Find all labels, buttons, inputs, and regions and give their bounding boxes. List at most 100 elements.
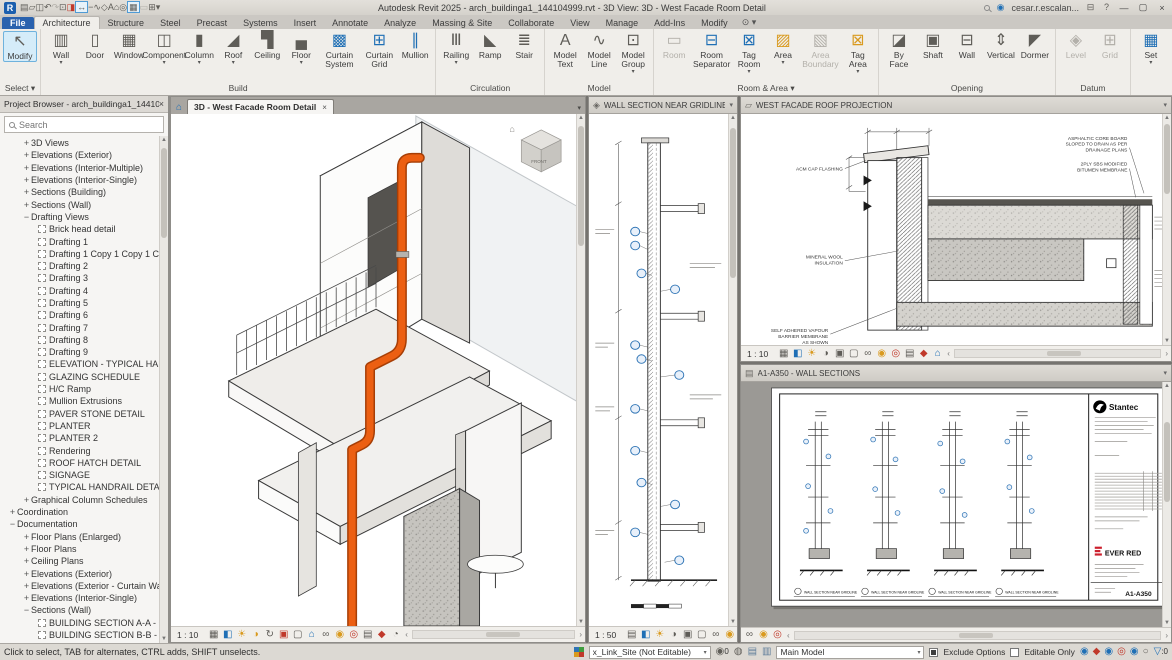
- ribbon-button-level[interactable]: ◈ Level: [1059, 31, 1093, 66]
- relinquish-icon[interactable]: ◆: [1093, 647, 1101, 657]
- reveal-constraints-icon[interactable]: ◆: [918, 348, 929, 360]
- tree-item[interactable]: + Floor Plans (Enlarged): [0, 531, 168, 543]
- worksets-icon[interactable]: ◉: [1104, 647, 1113, 657]
- crop-region-icon[interactable]: ▢: [292, 629, 303, 641]
- tree-item[interactable]: BUILDING SECTION A-A - Callout: [0, 617, 168, 629]
- tree-item[interactable]: Drafting 1: [0, 235, 168, 247]
- tree-item[interactable]: + Elevations (Interior-Single): [0, 592, 168, 604]
- reveal-constraints-icon[interactable]: ◆: [376, 629, 387, 641]
- scale-button[interactable]: 1 : 50: [592, 630, 622, 640]
- filter-icon[interactable]: ▽:0: [1154, 647, 1168, 657]
- modify-button[interactable]: ↖ Modify: [3, 31, 37, 62]
- crop-region-icon[interactable]: ▢: [848, 348, 859, 360]
- vertical-scrollbar[interactable]: ▲ ▼: [576, 114, 585, 626]
- scroll-left-icon[interactable]: ‹: [947, 349, 950, 358]
- tree-item[interactable]: Drafting 6: [0, 309, 168, 321]
- tree-item[interactable]: ELEVATION - TYPICAL HANDRAIL: [0, 358, 168, 370]
- ribbon-button-model-line[interactable]: ∿ Model Line: [582, 31, 616, 75]
- scale-button[interactable]: 1 : 10: [174, 630, 204, 640]
- ribbon-button-window[interactable]: ▦ Window: [112, 31, 146, 66]
- view-tab-3d[interactable]: 3D - West Facade Room Detail ×: [187, 99, 334, 114]
- reveal-hidden-icon[interactable]: ∞: [710, 629, 721, 641]
- signed-in-user[interactable]: cesar.r.escalan...: [1011, 3, 1079, 13]
- visual-style-icon[interactable]: ◧: [222, 629, 233, 641]
- ribbon-button-curtain-grid[interactable]: ⊞ Curtain Grid: [361, 31, 399, 75]
- ribbon-button-floor[interactable]: ▄ Floor ▾: [284, 31, 318, 66]
- tree-item[interactable]: ROOF HATCH DETAIL: [0, 457, 168, 469]
- users-icon[interactable]: ◉: [1130, 647, 1139, 657]
- ribbon-button-door[interactable]: ▯ Door: [78, 31, 112, 66]
- tree-item[interactable]: + Sections (Building): [0, 186, 168, 198]
- ribbon-button-tag-area[interactable]: ⊠ Tag Area ▾: [841, 31, 875, 75]
- revit-logo[interactable]: R: [4, 1, 16, 14]
- transfer-icon[interactable]: ◨: [67, 2, 76, 12]
- ribbon-button-railing[interactable]: Ⅲ Railing ▾: [439, 31, 473, 66]
- ribbon-tab[interactable]: Add-Ins: [646, 17, 693, 29]
- ribbon-button-curtain-system[interactable]: ▩ Curtain System: [318, 31, 360, 75]
- ribbon-tab[interactable]: Steel: [152, 17, 189, 29]
- search-input[interactable]: [19, 119, 159, 130]
- exclude-options-checkbox[interactable]: [929, 647, 939, 657]
- tree-item[interactable]: TYPICAL HANDRAIL DETAILS: [0, 481, 168, 493]
- tree-item[interactable]: Drafting 9: [0, 346, 168, 358]
- shadows-icon[interactable]: ◑: [668, 629, 679, 641]
- tree-item[interactable]: Drafting 1 Copy 1 Copy 1 Copy 1: [0, 248, 168, 260]
- temporary-hide-icon[interactable]: ◉: [724, 629, 735, 641]
- tree-item[interactable]: + Elevations (Exterior - Curtain Wall): [0, 580, 168, 592]
- constraints-icon[interactable]: ▤: [904, 348, 915, 360]
- ribbon-button-ceiling[interactable]: ▜ Ceiling: [250, 31, 284, 66]
- worksharing-display-icon[interactable]: ◎: [890, 348, 901, 360]
- worksharing-display-icon[interactable]: ◎: [772, 629, 783, 641]
- shadows-icon[interactable]: ◑: [820, 348, 831, 360]
- ribbon-button-area-boundary[interactable]: ▧ Area Boundary: [800, 31, 841, 75]
- tree-item[interactable]: + Elevations (Exterior): [0, 149, 168, 161]
- tag-icon[interactable]: ◇: [101, 2, 108, 12]
- ribbon-tab[interactable]: Precast: [189, 17, 236, 29]
- ribbon-tab[interactable]: Annotate: [324, 17, 376, 29]
- ribbon-button-by-face[interactable]: ◪ By Face: [882, 31, 916, 75]
- worksharing-display-icon[interactable]: ◎: [348, 629, 359, 641]
- print-icon[interactable]: ⊡: [59, 2, 67, 12]
- tree-item[interactable]: − Drafting Views: [0, 211, 168, 223]
- close-view-icon[interactable]: ×: [322, 103, 327, 112]
- thin-lines-icon[interactable]: ▭: [140, 2, 149, 12]
- system-browser-icon[interactable]: ▦: [127, 1, 140, 13]
- view-title-section[interactable]: ◈ WALL SECTION NEAR GRIDLINE D ▾: [589, 97, 737, 114]
- scale-icon[interactable]: ▦: [778, 348, 789, 360]
- main-model-icon[interactable]: ▥: [762, 647, 771, 657]
- project-browser-close-icon[interactable]: ×: [159, 99, 164, 109]
- visual-style-icon[interactable]: ◧: [640, 629, 651, 641]
- modify-pulldown-icon[interactable]: ⊙ ▾: [742, 17, 757, 29]
- render-icon[interactable]: ◎: [119, 2, 127, 12]
- editing-requests-icon[interactable]: ◉0: [716, 647, 729, 657]
- window-menu-icon[interactable]: ▾: [729, 101, 733, 109]
- ribbon-button-room[interactable]: ▭ Room: [657, 31, 691, 66]
- canvas-section[interactable]: [589, 114, 737, 626]
- tree-item[interactable]: + Sections (Wall): [0, 198, 168, 210]
- design-options-icon[interactable]: ▤: [748, 647, 757, 657]
- crop-view-icon[interactable]: ▣: [278, 629, 289, 641]
- shadows-icon[interactable]: ◑: [250, 629, 261, 641]
- tree-item[interactable]: PLANTER: [0, 420, 168, 432]
- show-crop-icon[interactable]: ⌂: [306, 629, 317, 641]
- tree-item[interactable]: Drafting 4: [0, 285, 168, 297]
- window-menu-icon[interactable]: ▾: [1163, 369, 1167, 377]
- canvas-sheet[interactable]: WALL SECTION NEAR GRIDLINE WALL SECTION …: [741, 382, 1171, 627]
- ribbon-button-mullion[interactable]: ∥ Mullion: [398, 31, 432, 66]
- tree-item[interactable]: SIGNAGE: [0, 469, 168, 481]
- tree-item[interactable]: Drafting 8: [0, 334, 168, 346]
- help-icon[interactable]: ?: [1102, 2, 1111, 13]
- select-toggle-icon[interactable]: ○: [1143, 647, 1149, 657]
- vertical-scrollbar[interactable]: ▲ ▼: [1162, 114, 1171, 345]
- user-account-icon[interactable]: ◉: [997, 2, 1005, 13]
- canvas-roof[interactable]: ACM CAP FLASHING MINERAL WOOL INSULATION…: [741, 114, 1171, 345]
- tree-item[interactable]: Brick head detail: [0, 223, 168, 235]
- sun-path-icon[interactable]: ☀: [236, 629, 247, 641]
- ribbon-button-dormer[interactable]: ◤ Dormer: [1018, 31, 1052, 66]
- switch-windows-icon[interactable]: ⊞: [148, 2, 156, 12]
- sync-status-icon[interactable]: ◍: [734, 647, 743, 657]
- scroll-right-icon[interactable]: ›: [579, 630, 582, 639]
- tree-item[interactable]: − Documentation: [0, 518, 168, 530]
- worksets-status-icon[interactable]: [573, 647, 584, 657]
- ribbon-button-tag-room[interactable]: ⊠ Tag Room ▾: [732, 31, 766, 75]
